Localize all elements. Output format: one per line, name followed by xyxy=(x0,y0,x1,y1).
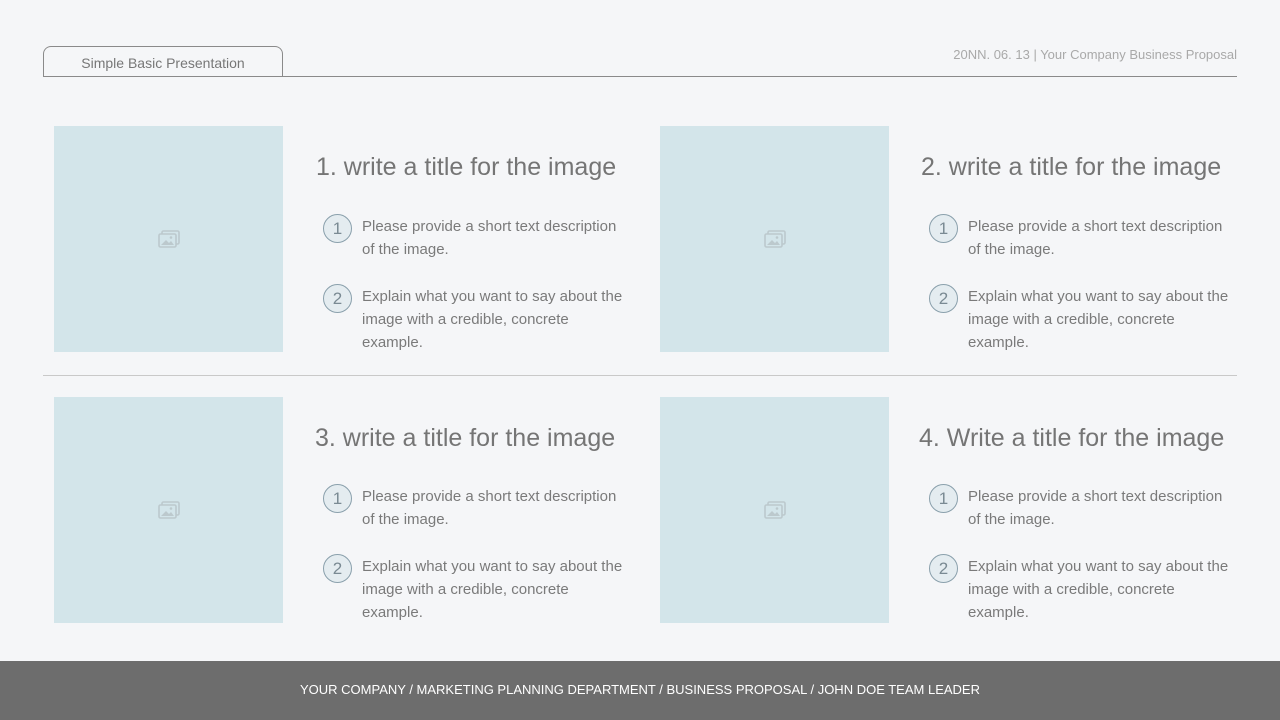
card-title: 3. write a title for the image xyxy=(315,424,616,452)
bullet-text: Please provide a short text description … xyxy=(968,488,1223,528)
bullet-number: 2 xyxy=(323,554,352,583)
image-placeholder-2[interactable] xyxy=(660,126,889,352)
bullet-text: Explain what you want to say about the i… xyxy=(362,558,623,621)
bullet-text: Please provide a short text description … xyxy=(362,218,617,258)
bullet-number: 2 xyxy=(929,284,958,313)
bullet-item: 2 Explain what you want to say about the… xyxy=(929,284,1230,354)
bullet-item: 1 Please provide a short text descriptio… xyxy=(323,484,624,531)
bullet-number: 1 xyxy=(929,484,958,513)
image-icon xyxy=(763,501,786,519)
card-title: 1. write a title for the image xyxy=(316,153,617,181)
bullet-number: 1 xyxy=(323,214,352,243)
header-tab-label: Simple Basic Presentation xyxy=(81,55,245,71)
bullet-item: 1 Please provide a short text descriptio… xyxy=(929,214,1230,261)
image-icon xyxy=(157,501,180,519)
image-icon xyxy=(157,230,180,248)
bullet-number: 2 xyxy=(929,554,958,583)
bullet-item: 2 Explain what you want to say about the… xyxy=(929,554,1230,624)
bullet-item: 2 Explain what you want to say about the… xyxy=(323,284,624,354)
bullet-text: Please provide a short text description … xyxy=(362,488,617,528)
bullet-number: 1 xyxy=(323,484,352,513)
image-card-4: 4. Write a title for the image 1 Please … xyxy=(660,397,1240,623)
image-placeholder-3[interactable] xyxy=(54,397,283,623)
footer-bar: YOUR COMPANY / MARKETING PLANNING DEPART… xyxy=(0,661,1280,720)
footer-text: YOUR COMPANY / MARKETING PLANNING DEPART… xyxy=(300,682,980,697)
header-date-subtitle: 20NN. 06. 13 | Your Company Business Pro… xyxy=(953,47,1237,62)
bullet-number: 1 xyxy=(929,214,958,243)
bullet-item: 1 Please provide a short text descriptio… xyxy=(929,484,1230,531)
header-tab: Simple Basic Presentation xyxy=(43,46,283,76)
bullet-text: Explain what you want to say about the i… xyxy=(968,558,1229,621)
bullet-item: 2 Explain what you want to say about the… xyxy=(323,554,624,624)
bullet-text: Explain what you want to say about the i… xyxy=(362,288,623,351)
bullet-item: 1 Please provide a short text descriptio… xyxy=(323,214,624,261)
bullet-number: 2 xyxy=(323,284,352,313)
card-title: 2. write a title for the image xyxy=(921,153,1222,181)
section-divider xyxy=(43,375,1237,376)
bullet-text: Please provide a short text description … xyxy=(968,218,1223,258)
card-title: 4. Write a title for the image xyxy=(919,424,1225,452)
bullet-text: Explain what you want to say about the i… xyxy=(968,288,1229,351)
image-card-1: 1. write a title for the image 1 Please … xyxy=(54,126,634,352)
image-icon xyxy=(763,230,786,248)
image-card-2: 2. write a title for the image 1 Please … xyxy=(660,126,1240,352)
image-placeholder-4[interactable] xyxy=(660,397,889,623)
image-card-3: 3. write a title for the image 1 Please … xyxy=(54,397,634,623)
image-placeholder-1[interactable] xyxy=(54,126,283,352)
